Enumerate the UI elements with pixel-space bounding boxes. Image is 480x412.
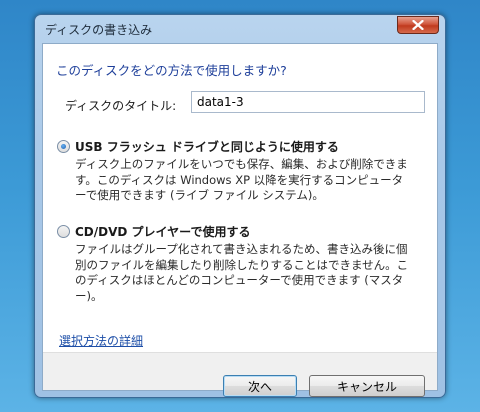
radio-selected-dot xyxy=(61,144,66,149)
description-line: ーで使用できます (ライブ ファイル システム)。 xyxy=(75,188,324,202)
dialog-content: このディスクをどの方法で使用しますか? ディスクのタイトル: USB フラッシュ… xyxy=(42,43,438,397)
option-usb-flash-title[interactable]: USB フラッシュ ドライブと同じように使用する xyxy=(75,138,339,155)
next-button[interactable]: 次へ xyxy=(223,375,297,397)
radio-usb-flash[interactable] xyxy=(57,140,70,153)
option-cd-dvd-title[interactable]: CD/DVD プレイヤーで使用する xyxy=(75,223,250,240)
description-line: ディスク上のファイルをいつでも保存、編集、および削除できま xyxy=(75,157,408,171)
close-button[interactable] xyxy=(397,16,439,34)
title-bar[interactable]: ディスクの書き込み xyxy=(35,15,445,43)
details-link[interactable]: 選択方法の詳細 xyxy=(59,332,143,349)
burn-disc-dialog: ディスクの書き込み このディスクをどの方法で使用しますか? ディスクのタイトル:… xyxy=(34,14,446,398)
disc-title-input[interactable] xyxy=(191,91,425,113)
option-usb-flash-description: ディスク上のファイルをいつでも保存、編集、および削除できま す。このディスクは … xyxy=(75,157,433,204)
option-cd-dvd-description: ファイルはグループ化されて書き込まれるため、書き込み後に個 別のファイルを編集し… xyxy=(75,242,433,304)
description-line: 別のファイルを編集したり削除したりすることはできません。こ xyxy=(75,257,409,272)
description-line: のディスクはほとんどのコンピューターで使用できます (マスタ xyxy=(75,273,404,287)
description-line: す。このディスクは Windows XP 以降を実行するコンピュータ xyxy=(75,172,404,187)
close-icon xyxy=(412,20,424,30)
window-title: ディスクの書き込み xyxy=(45,23,153,37)
disc-title-label: ディスクのタイトル: xyxy=(65,99,177,113)
dialog-heading: このディスクをどの方法で使用しますか? xyxy=(56,63,287,78)
description-line: ー)。 xyxy=(75,288,103,303)
radio-cd-dvd-player[interactable] xyxy=(57,225,70,238)
description-line: ファイルはグループ化されて書き込まれるため、書き込み後に個 xyxy=(75,242,408,256)
cancel-button[interactable]: キャンセル xyxy=(309,375,425,397)
